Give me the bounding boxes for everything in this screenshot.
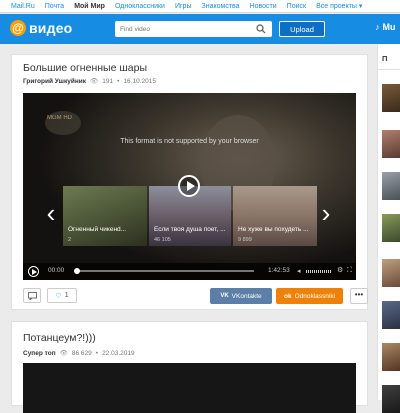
upload-date: 16.10.2015 [123, 77, 156, 85]
eye-icon: 👁 [90, 78, 99, 85]
video-title[interactable]: Большие огненные шары [23, 62, 147, 74]
play-overlay-icon[interactable] [178, 175, 200, 197]
comment-icon[interactable] [23, 288, 41, 303]
thumb-title: Не хуже вы похудеть ... [238, 226, 309, 233]
nav-all-projects[interactable]: Все проекты ▾ [316, 2, 362, 10]
progress-knob[interactable] [74, 268, 80, 274]
nav-dating[interactable]: Знакомства [201, 3, 239, 10]
video-meta: Григорий Ушкуйник 👁 191 • 16.10.2015 [23, 77, 156, 86]
video-meta: Супер топ 👁 86 629 • 22.03.2019 [23, 349, 135, 358]
thumb-views: 2 [68, 237, 72, 243]
volume-icon[interactable]: ◂ [297, 267, 301, 275]
share-vkontakte-button[interactable]: VK VKontakte [210, 288, 272, 304]
unsupported-message: This format is not supported by your bro… [120, 138, 259, 145]
thumb-image [63, 186, 147, 246]
next-arrow-icon[interactable]: › [320, 200, 332, 226]
sidebar: П [377, 44, 400, 413]
sidebar-video-thumb[interactable] [382, 343, 400, 371]
progress-bar[interactable] [74, 270, 254, 272]
nav-games[interactable]: Игры [175, 3, 192, 10]
nav-mailru[interactable]: Mail.Ru [11, 3, 35, 10]
play-icon[interactable] [28, 266, 39, 277]
thumb-views: 9 899 [238, 237, 252, 243]
sidebar-tab[interactable]: П [382, 54, 387, 63]
logo-text: видео [29, 20, 73, 36]
view-count: 86 629 [71, 349, 92, 357]
video-actions: ♡ 1 VK VKontakte ok Odnoklassniki ••• [23, 288, 368, 305]
ok-label: Odnoklassniki [294, 292, 336, 300]
dot-separator: • [95, 349, 99, 357]
sidebar-video-thumb[interactable] [382, 172, 400, 200]
sidebar-divider [378, 69, 400, 70]
music-note-icon: ♪ [375, 22, 380, 32]
related-video-thumb[interactable]: Не хуже вы похудеть ... 9 899 [233, 186, 317, 246]
search-icon[interactable] [256, 24, 266, 34]
current-time: 00:00 [48, 267, 65, 274]
comment-glyph [27, 291, 37, 300]
view-count: 191 [102, 77, 114, 85]
music-label: Mu [382, 22, 396, 32]
fullscreen-icon[interactable]: ⛶ [347, 267, 352, 275]
sidebar-video-thumb[interactable] [382, 259, 400, 287]
like-count: 1 [64, 292, 69, 299]
thumb-title: Огненный чикенd... [68, 226, 127, 233]
nav-news[interactable]: Новости [250, 3, 277, 10]
thumb-title: Если твоя душа поет, ... [154, 226, 226, 233]
author-name[interactable]: Супер топ [23, 350, 56, 357]
site-header: @ видео Upload ♪ Mu [0, 14, 400, 44]
watermark: MGM HD [47, 115, 72, 121]
video-card: Потанцеум?!))) Супер топ 👁 86 629 • 22.0… [11, 321, 368, 413]
volume-slider[interactable] [306, 270, 332, 273]
vk-label: VKontakte [231, 292, 262, 300]
nav-odnoklassniki[interactable]: Одноклассники [115, 3, 165, 10]
video-player[interactable]: MGM HD This format is not supported by y… [23, 93, 356, 280]
video-card: Большие огненные шары Григорий Ушкуйник … [11, 54, 368, 310]
music-link[interactable]: ♪ Mu [375, 22, 396, 32]
nav-search[interactable]: Поиск [287, 3, 306, 10]
prev-arrow-icon[interactable]: ‹ [45, 200, 57, 226]
vk-icon: VK [220, 293, 229, 299]
thumb-views: 46 105 [154, 237, 171, 243]
more-button[interactable]: ••• [350, 288, 368, 304]
sidebar-video-thumb[interactable] [382, 214, 400, 242]
total-time: 1:42:53 [268, 267, 290, 274]
sidebar-video-thumb[interactable] [382, 130, 400, 158]
sidebar-video-thumb[interactable] [382, 84, 400, 112]
at-logo-icon: @ [10, 20, 26, 36]
share-odnoklassniki-button[interactable]: ok Odnoklassniki [276, 288, 343, 304]
ok-icon: ok [283, 292, 292, 300]
sidebar-video-thumb[interactable] [382, 301, 400, 329]
search-input[interactable] [115, 21, 272, 37]
related-video-thumb[interactable]: Огненный чикенd... 2 [63, 186, 147, 246]
nav-my-world[interactable]: Мой Мир [74, 3, 105, 10]
top-navigation: Mail.Ru Почта Мой Мир Одноклассники Игры… [0, 0, 400, 13]
video-player[interactable] [23, 363, 356, 413]
player-controls: 00:00 1:42:53 ◂ ⚙ ⛶ [23, 263, 356, 280]
dot-separator: • [117, 77, 120, 85]
video-title[interactable]: Потанцеум?!))) [23, 332, 96, 344]
heart-icon: ♡ [55, 292, 62, 300]
author-name[interactable]: Григорий Ушкуйник [23, 78, 86, 85]
like-button[interactable]: ♡ 1 [47, 288, 77, 303]
logo[interactable]: @ видео [10, 20, 72, 36]
upload-date: 22.03.2019 [102, 349, 135, 357]
upload-button[interactable]: Upload [279, 21, 325, 37]
eye-icon: 👁 [59, 350, 68, 357]
nav-mail[interactable]: Почта [45, 3, 64, 10]
sidebar-video-thumb[interactable] [382, 385, 400, 413]
settings-icon[interactable]: ⚙ [337, 266, 343, 274]
